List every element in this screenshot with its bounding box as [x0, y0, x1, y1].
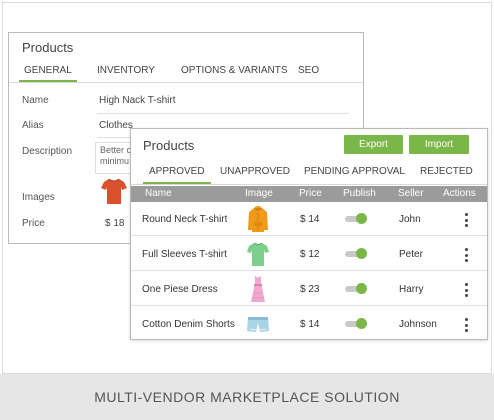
- publish-toggle[interactable]: [345, 318, 367, 329]
- table-row[interactable]: One Piese Dress $ 23 Harry: [131, 272, 487, 306]
- price-label: Price: [22, 218, 45, 229]
- export-button[interactable]: Export: [344, 135, 403, 154]
- seller-name: Johnson: [399, 319, 437, 330]
- column-image: Image: [245, 188, 273, 199]
- publish-toggle[interactable]: [345, 248, 367, 259]
- seller-name: John: [399, 214, 421, 225]
- approval-tabs: APPROVED UNAPPROVED PENDING APPROVAL REJ…: [131, 161, 487, 185]
- tab-general[interactable]: GENERAL: [19, 65, 77, 82]
- product-price: $ 14: [300, 319, 320, 330]
- table-row[interactable]: Round Neck T-shirt $ 14 John: [131, 202, 487, 236]
- product-name[interactable]: One Piese Dress: [142, 284, 218, 295]
- row-actions-menu-icon[interactable]: [465, 213, 469, 227]
- name-field-underline: [97, 113, 349, 114]
- products-list-title: Products: [143, 138, 195, 153]
- tab-pending-approval[interactable]: PENDING APPROVAL: [304, 166, 405, 177]
- alias-label: Alias: [22, 120, 44, 131]
- column-actions: Actions: [443, 188, 476, 199]
- import-button[interactable]: Import: [409, 135, 469, 154]
- alias-field[interactable]: Clothes: [99, 120, 133, 131]
- table-row[interactable]: Cotton Denim Shorts $ 14 Johnson: [131, 307, 487, 341]
- price-field[interactable]: $ 18: [105, 218, 124, 229]
- product-price: $ 14: [300, 214, 320, 225]
- publish-toggle[interactable]: [345, 213, 367, 224]
- product-price: $ 12: [300, 249, 320, 260]
- product-edit-title: Products: [22, 40, 74, 55]
- product-name[interactable]: Full Sleeves T-shirt: [142, 249, 227, 260]
- row-actions-menu-icon[interactable]: [465, 283, 469, 297]
- product-price: $ 23: [300, 284, 320, 295]
- table-row[interactable]: Full Sleeves T-shirt $ 12 Peter: [131, 237, 487, 271]
- table-header: Name Image Price Publish Seller Actions: [131, 186, 487, 202]
- product-edit-tabs: GENERAL INVENTORY OPTIONS & VARIANTS SEO: [9, 61, 363, 83]
- seller-name: Peter: [399, 249, 423, 260]
- column-publish: Publish: [343, 188, 376, 199]
- row-actions-menu-icon[interactable]: [465, 318, 469, 332]
- tab-options-variants[interactable]: OPTIONS & VARIANTS: [181, 65, 288, 76]
- tab-approved[interactable]: APPROVED: [143, 166, 211, 184]
- column-price[interactable]: Price: [299, 188, 322, 199]
- pink-dress-icon: [251, 276, 265, 302]
- images-label: Images: [22, 192, 55, 203]
- tab-inventory[interactable]: INVENTORY: [97, 65, 155, 76]
- tab-rejected[interactable]: REJECTED: [420, 166, 473, 177]
- denim-shorts-icon: [247, 317, 269, 332]
- product-name[interactable]: Cotton Denim Shorts: [142, 319, 235, 330]
- seller-name: Harry: [399, 284, 424, 295]
- name-label: Name: [22, 95, 49, 106]
- tab-seo[interactable]: SEO: [298, 65, 319, 76]
- column-seller[interactable]: Seller: [398, 188, 424, 199]
- footer-caption: MULTI-VENDOR MARKETPLACE SOLUTION: [94, 389, 400, 405]
- green-tshirt-icon: [247, 242, 269, 266]
- orange-hoodie-icon: [248, 206, 268, 232]
- red-tshirt-icon[interactable]: [101, 177, 127, 205]
- tab-unapproved[interactable]: UNAPPROVED: [220, 166, 290, 177]
- product-name[interactable]: Round Neck T-shirt: [142, 214, 227, 225]
- name-field[interactable]: High Nack T-shirt: [99, 95, 176, 106]
- description-label: Description: [22, 146, 73, 157]
- footer-banner: MULTI-VENDOR MARKETPLACE SOLUTION: [0, 374, 494, 420]
- column-name[interactable]: Name: [145, 188, 172, 199]
- row-actions-menu-icon[interactable]: [465, 248, 469, 262]
- publish-toggle[interactable]: [345, 283, 367, 294]
- products-list-card: Products Export Import APPROVED UNAPPROV…: [130, 128, 488, 340]
